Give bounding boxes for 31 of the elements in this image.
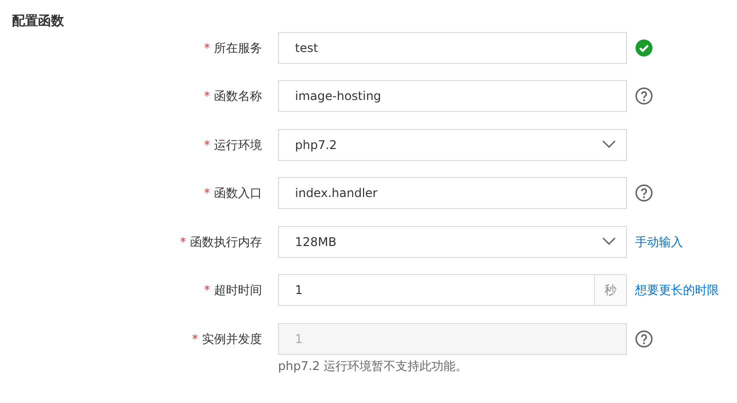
field-label: 函数执行内存 (190, 234, 262, 248)
hint-text: php7.2 运行环境暂不支持此功能。 (278, 358, 469, 375)
required-marker: * (204, 40, 210, 54)
required-marker: * (180, 234, 186, 248)
required-marker: * (204, 138, 210, 152)
help-link[interactable]: 手动输入 (635, 234, 683, 248)
field-label: 实例并发度 (202, 332, 262, 346)
field-label: 运行环境 (214, 138, 262, 152)
help-link[interactable]: 想要更长的时限 (635, 283, 719, 297)
required-marker: * (204, 89, 210, 103)
field-label: 所在服务 (214, 40, 262, 54)
field-label: 超时时间 (214, 283, 262, 297)
required-marker: * (192, 332, 198, 346)
chevron-down-icon (602, 237, 616, 246)
field-label: 函数入口 (214, 186, 262, 200)
required-marker: * (204, 186, 210, 200)
input-field[interactable]: 1 秒 (278, 274, 627, 306)
check-circle-icon (635, 38, 653, 56)
unit-label: 秒 (594, 275, 626, 305)
input-field[interactable]: index.handler (278, 177, 627, 209)
section-title: 配置函数 (12, 13, 65, 31)
select-field[interactable]: 128MB (278, 226, 627, 258)
required-marker: * (204, 283, 210, 297)
input-field[interactable]: image-hosting (278, 80, 627, 112)
field-label: 函数名称 (214, 89, 262, 103)
chevron-down-icon (602, 140, 616, 149)
input-field[interactable]: test (278, 32, 627, 64)
select-field[interactable]: php7.2 (278, 128, 627, 160)
help-icon[interactable] (635, 87, 653, 105)
help-icon[interactable] (635, 184, 653, 202)
help-icon[interactable] (635, 330, 653, 348)
